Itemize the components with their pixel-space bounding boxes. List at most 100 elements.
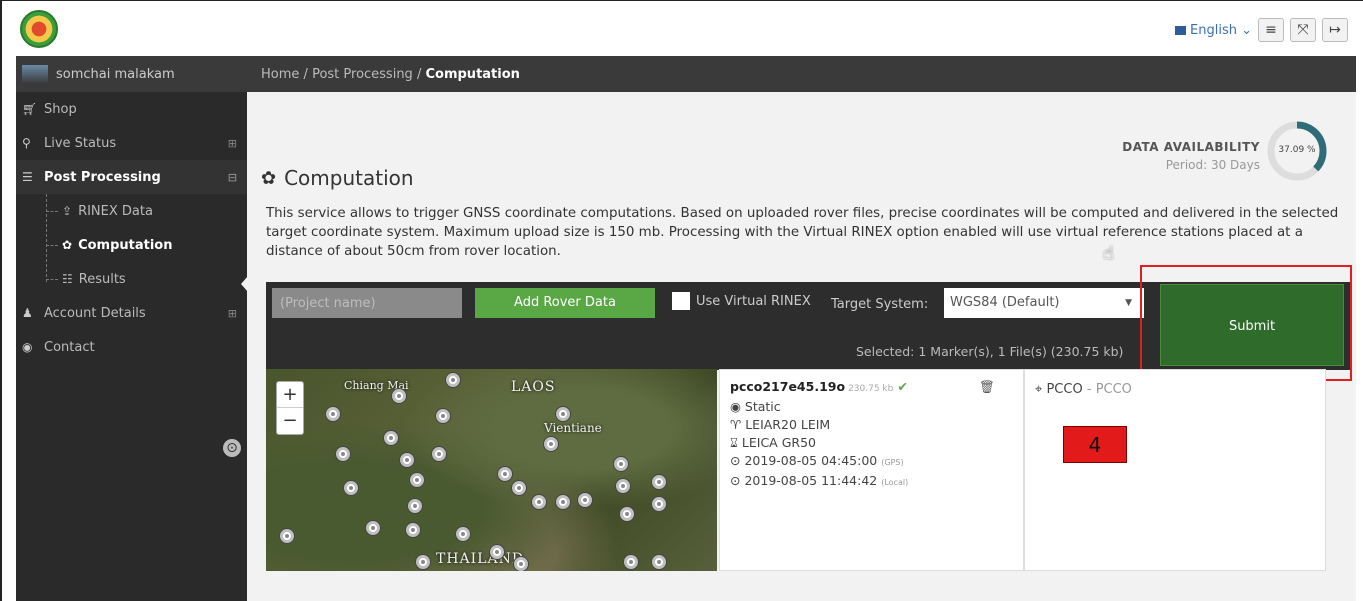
rover-file-card[interactable]: pcco217e45.19o 230.75 kb ✔ 🗑︎ ◉ Static ♈︎ …	[719, 369, 1024, 571]
service-description: This service allows to trigger GNSS coor…	[266, 206, 1339, 259]
station-marker[interactable]	[512, 481, 526, 495]
map-label: Vientiane	[544, 421, 602, 435]
station-marker[interactable]	[556, 407, 570, 421]
file-end-time: 2019-08-05 11:44:42	[744, 473, 878, 488]
collapse-icon[interactable]: ⊟	[228, 171, 237, 184]
gear-icon: ✿	[261, 167, 277, 189]
station-marker[interactable]	[326, 407, 340, 421]
sidebar-item-account-details[interactable]: ♟ Account Details ⊞	[16, 296, 247, 330]
station-marker[interactable]	[392, 389, 406, 403]
contact-icon: ◉	[22, 340, 33, 354]
station-marker[interactable]	[384, 431, 398, 445]
sidebar-item-contact[interactable]: ◉ Contact	[16, 330, 247, 364]
language-label: English	[1190, 23, 1237, 38]
station-marker[interactable]	[432, 447, 446, 461]
file-name: pcco217e45.19o	[730, 379, 846, 394]
station-marker[interactable]	[616, 479, 630, 493]
project-name-input[interactable]	[272, 288, 462, 318]
antenna-icon: ♈︎	[730, 417, 742, 432]
receiver-icon: ⌛︎	[730, 435, 738, 450]
station-marker[interactable]	[620, 507, 634, 521]
breadcrumb-current: Computation	[425, 66, 520, 82]
station-marker[interactable]	[556, 495, 570, 509]
station-card[interactable]: ⌖ PCCO - PCCO	[1024, 369, 1326, 571]
station-marker[interactable]	[514, 557, 528, 571]
gear-icon: ✿	[62, 238, 73, 252]
station-marker[interactable]	[446, 373, 460, 387]
trash-icon[interactable]: 🗑︎	[979, 378, 995, 396]
map-label: THAILAND	[436, 551, 525, 567]
fullscreen-icon[interactable]: ⤧	[1290, 18, 1316, 42]
user-name: somchai malakam	[56, 66, 175, 82]
virtual-rinex-toggle[interactable]: Use Virtual RINEX	[672, 292, 811, 310]
user-profile[interactable]: somchai malakam	[16, 56, 247, 92]
post-processing-submenu: ⇪ RINEX Data ✿ Computation ☷ Results	[16, 194, 247, 296]
station-marker[interactable]	[456, 527, 470, 541]
station-marker[interactable]	[366, 521, 380, 535]
station-marker[interactable]	[544, 437, 558, 451]
zoom-out-button[interactable]: −	[277, 408, 303, 434]
station-marker[interactable]	[336, 447, 350, 461]
cart-icon: 🛒︎	[22, 102, 38, 116]
station-code: PCCO	[1046, 382, 1083, 397]
station-marker[interactable]	[532, 495, 546, 509]
station-marker[interactable]	[280, 529, 294, 543]
station-marker[interactable]	[406, 523, 420, 537]
sidebar-item-computation[interactable]: ✿ Computation	[36, 228, 247, 262]
file-size: 230.75 kb	[848, 384, 894, 394]
sidebar-item-results[interactable]: ☷ Results	[36, 262, 247, 296]
station-marker[interactable]	[652, 497, 666, 511]
map-label: LAOS	[511, 379, 556, 395]
list-icon: ☷	[62, 272, 73, 286]
station-map[interactable]: Chiang Mai LAOS Vientiane THAILAND + −	[266, 369, 717, 571]
logout-icon[interactable]: ↦	[1322, 18, 1348, 42]
station-marker[interactable]	[410, 473, 424, 487]
station-marker[interactable]	[498, 467, 512, 481]
flag-icon	[1175, 26, 1187, 35]
station-marker[interactable]	[490, 545, 504, 559]
station-marker[interactable]	[578, 493, 592, 507]
target-system-label: Target System:	[831, 297, 929, 312]
station-marker[interactable]	[416, 555, 430, 569]
target-system-select[interactable]: WGS84 (Default) ▼	[944, 288, 1144, 318]
expand-icon[interactable]: ⊞	[228, 137, 237, 150]
virtual-rinex-label: Use Virtual RINEX	[696, 293, 811, 309]
breadcrumb-separator: /	[303, 66, 308, 82]
step-annotation: 4	[1063, 426, 1127, 463]
availability-heading: DATA AVAILABILITY	[1122, 140, 1260, 154]
sidebar-item-post-processing[interactable]: ☰ Post Processing ⊟	[16, 160, 247, 194]
breadcrumb-home[interactable]: Home	[261, 67, 299, 82]
add-rover-data-button[interactable]: Add Rover Data	[475, 288, 655, 318]
sidebar-item-label: RINEX Data	[78, 203, 153, 219]
station-marker[interactable]	[614, 457, 628, 471]
virtual-rinex-checkbox[interactable]	[672, 292, 690, 310]
station-marker[interactable]	[624, 555, 638, 569]
file-antenna: LEIAR20 LEIM	[745, 417, 831, 432]
sidebar-item-shop[interactable]: 🛒︎ Shop	[16, 92, 247, 126]
sidebar-item-label: Shop	[44, 101, 77, 117]
language-selector[interactable]: English ⌄	[1175, 23, 1252, 38]
station-marker[interactable]	[344, 481, 358, 495]
sidebar-collapse-icon[interactable]: ⊙	[223, 439, 241, 457]
list-icon[interactable]: ≡	[1258, 18, 1284, 42]
station-marker[interactable]	[652, 555, 666, 569]
sidebar-item-label: Account Details	[44, 305, 146, 321]
sidebar-item-rinex-data[interactable]: ⇪ RINEX Data	[36, 194, 247, 228]
station-marker[interactable]	[436, 409, 450, 423]
sidebar-item-label: Live Status	[44, 135, 117, 151]
station-marker[interactable]	[652, 475, 666, 489]
file-start-time: 2019-08-05 04:45:00	[744, 453, 878, 468]
clock-icon: ⊙	[730, 453, 741, 468]
station-marker[interactable]	[408, 499, 422, 513]
file-receiver: LEICA GR50	[741, 435, 816, 450]
sidebar-item-live-status[interactable]: ⚲ Live Status ⊞	[16, 126, 247, 160]
availability-period: Period: 30 Days	[1165, 158, 1260, 172]
station-marker[interactable]	[400, 453, 414, 467]
zoom-in-button[interactable]: +	[277, 382, 303, 408]
sidebar: somchai malakam 🛒︎ Shop ⚲ Live Status ⊞ ☰ Po…	[16, 56, 247, 601]
data-availability: DATA AVAILABILITY Period: 30 Days	[1122, 140, 1260, 172]
breadcrumb-post-processing[interactable]: Post Processing	[312, 67, 413, 82]
file-end-tz: (Local)	[881, 478, 909, 487]
expand-icon[interactable]: ⊞	[228, 307, 237, 320]
logo[interactable]	[20, 10, 58, 48]
